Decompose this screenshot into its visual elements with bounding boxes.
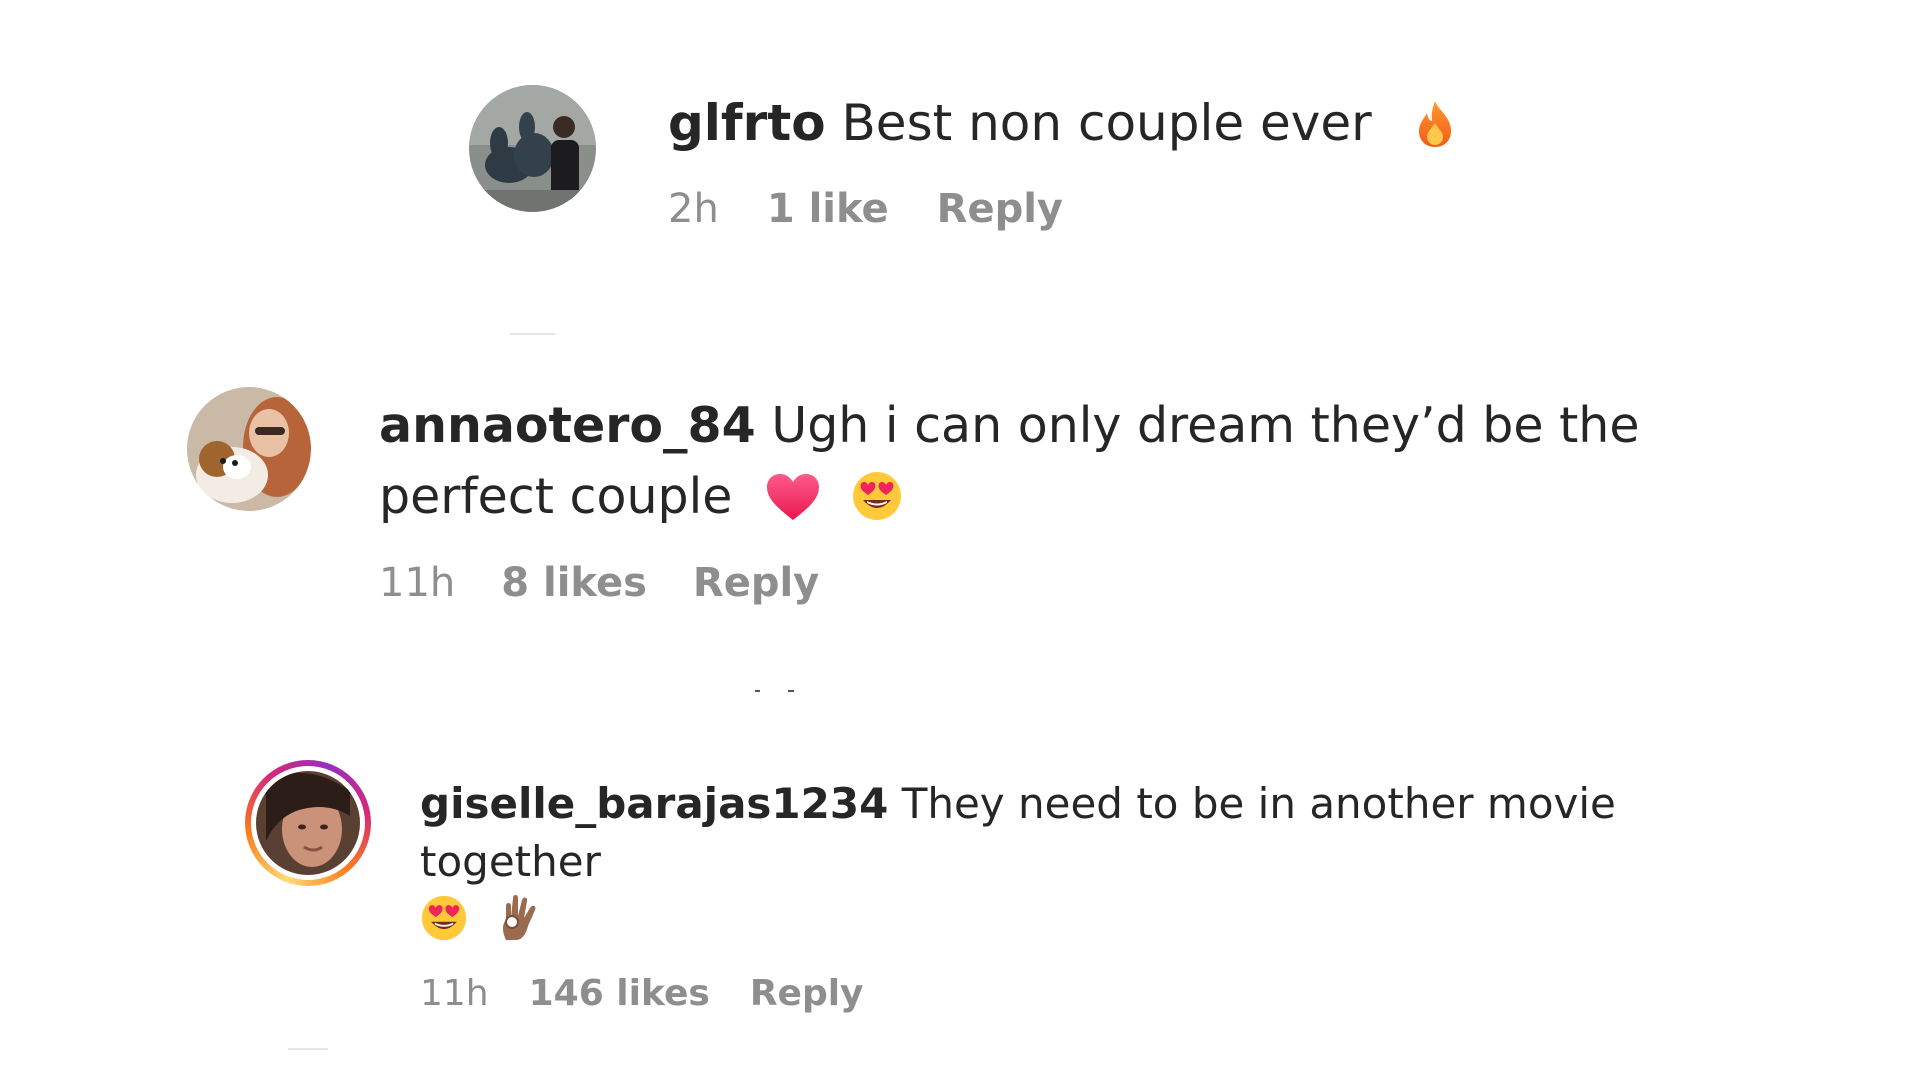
avatar[interactable] [187,387,311,511]
reply-button[interactable]: Reply [750,973,864,1014]
divider [755,690,760,692]
avatar[interactable] [469,85,596,212]
comment-text: Best non couple ever [841,94,1372,152]
comment-time: 11h [420,973,489,1014]
comment-text-line: glfrto Best non couple ever [668,90,1768,158]
fire-emoji-icon [1413,99,1457,149]
comment-meta: 2h 1 like Reply [668,186,1768,232]
comment-time: 2h [668,185,719,232]
divider [288,1048,328,1050]
comment-meta: 11h 8 likes Reply [379,560,1769,606]
comment-body: glfrto Best non couple ever 2h 1 like Re… [668,90,1768,232]
divider [788,690,794,692]
username[interactable]: annaotero_84 [379,397,756,454]
username[interactable]: glfrto [668,94,826,152]
reply-button[interactable]: Reply [937,186,1063,232]
avatar[interactable] [256,771,360,875]
story-ring[interactable] [245,760,371,886]
comment-text-line: giselle_barajas1234 They need to be in a… [420,775,1800,949]
heart-eyes-emoji-icon [420,894,468,942]
comment-text-line: annaotero_84 Ugh i can only dream they’d… [379,390,1769,532]
likes-count[interactable]: 8 likes [501,560,647,606]
comment-body: giselle_barajas1234 They need to be in a… [420,775,1800,1014]
ok-hand-emoji-icon [496,892,540,942]
comment-body: annaotero_84 Ugh i can only dream they’d… [379,390,1769,606]
heart-eyes-emoji-icon [851,470,903,522]
comment-meta: 11h 146 likes Reply [420,973,1800,1014]
likes-count[interactable]: 1 like [767,186,889,232]
divider [510,333,555,335]
likes-count[interactable]: 146 likes [529,973,710,1014]
username[interactable]: giselle_barajas1234 [420,779,888,828]
reply-button[interactable]: Reply [693,560,819,606]
comment-time: 11h [379,560,456,606]
red-heart-emoji-icon [765,472,821,522]
